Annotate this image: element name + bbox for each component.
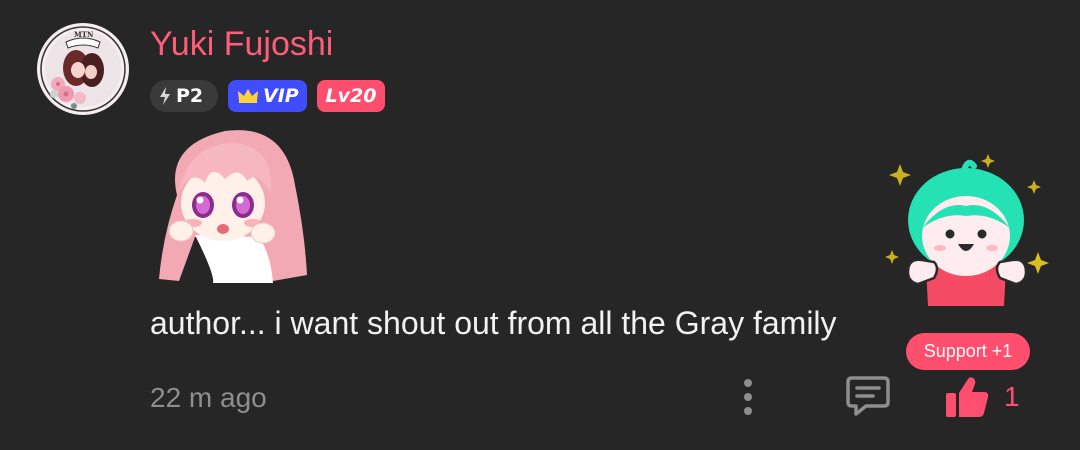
comment-item: MTN Yuki Fujoshi P2 VIP Lv20 author... i… xyxy=(0,0,1080,450)
avatar-text: MTN xyxy=(74,30,94,39)
username[interactable]: Yuki Fujoshi xyxy=(150,24,333,64)
level-badge-label: Lv20 xyxy=(325,85,377,107)
vip-badge: VIP xyxy=(228,80,307,112)
comment-text: author... i want shout out from all the … xyxy=(150,305,837,341)
vip-badge-label: VIP xyxy=(263,85,299,107)
more-options-icon[interactable] xyxy=(732,376,764,418)
level-badge: Lv20 xyxy=(317,80,385,112)
lightning-icon xyxy=(160,87,170,105)
power-badge-label: P2 xyxy=(176,85,204,107)
user-badges: P2 VIP Lv20 xyxy=(150,80,385,112)
user-avatar[interactable]: MTN xyxy=(36,22,130,116)
crown-icon xyxy=(238,89,258,103)
comment-timestamp: 22 m ago xyxy=(150,382,267,413)
power-badge: P2 xyxy=(150,80,218,112)
reply-icon[interactable] xyxy=(844,374,892,418)
like-button[interactable]: 1 xyxy=(944,372,1034,422)
thumbs-up-icon xyxy=(946,377,989,417)
like-count: 1 xyxy=(1004,381,1020,412)
support-tooltip: Support +1 xyxy=(906,333,1030,370)
comment-sticker-image xyxy=(155,125,313,285)
support-mascot-image xyxy=(884,150,1050,310)
